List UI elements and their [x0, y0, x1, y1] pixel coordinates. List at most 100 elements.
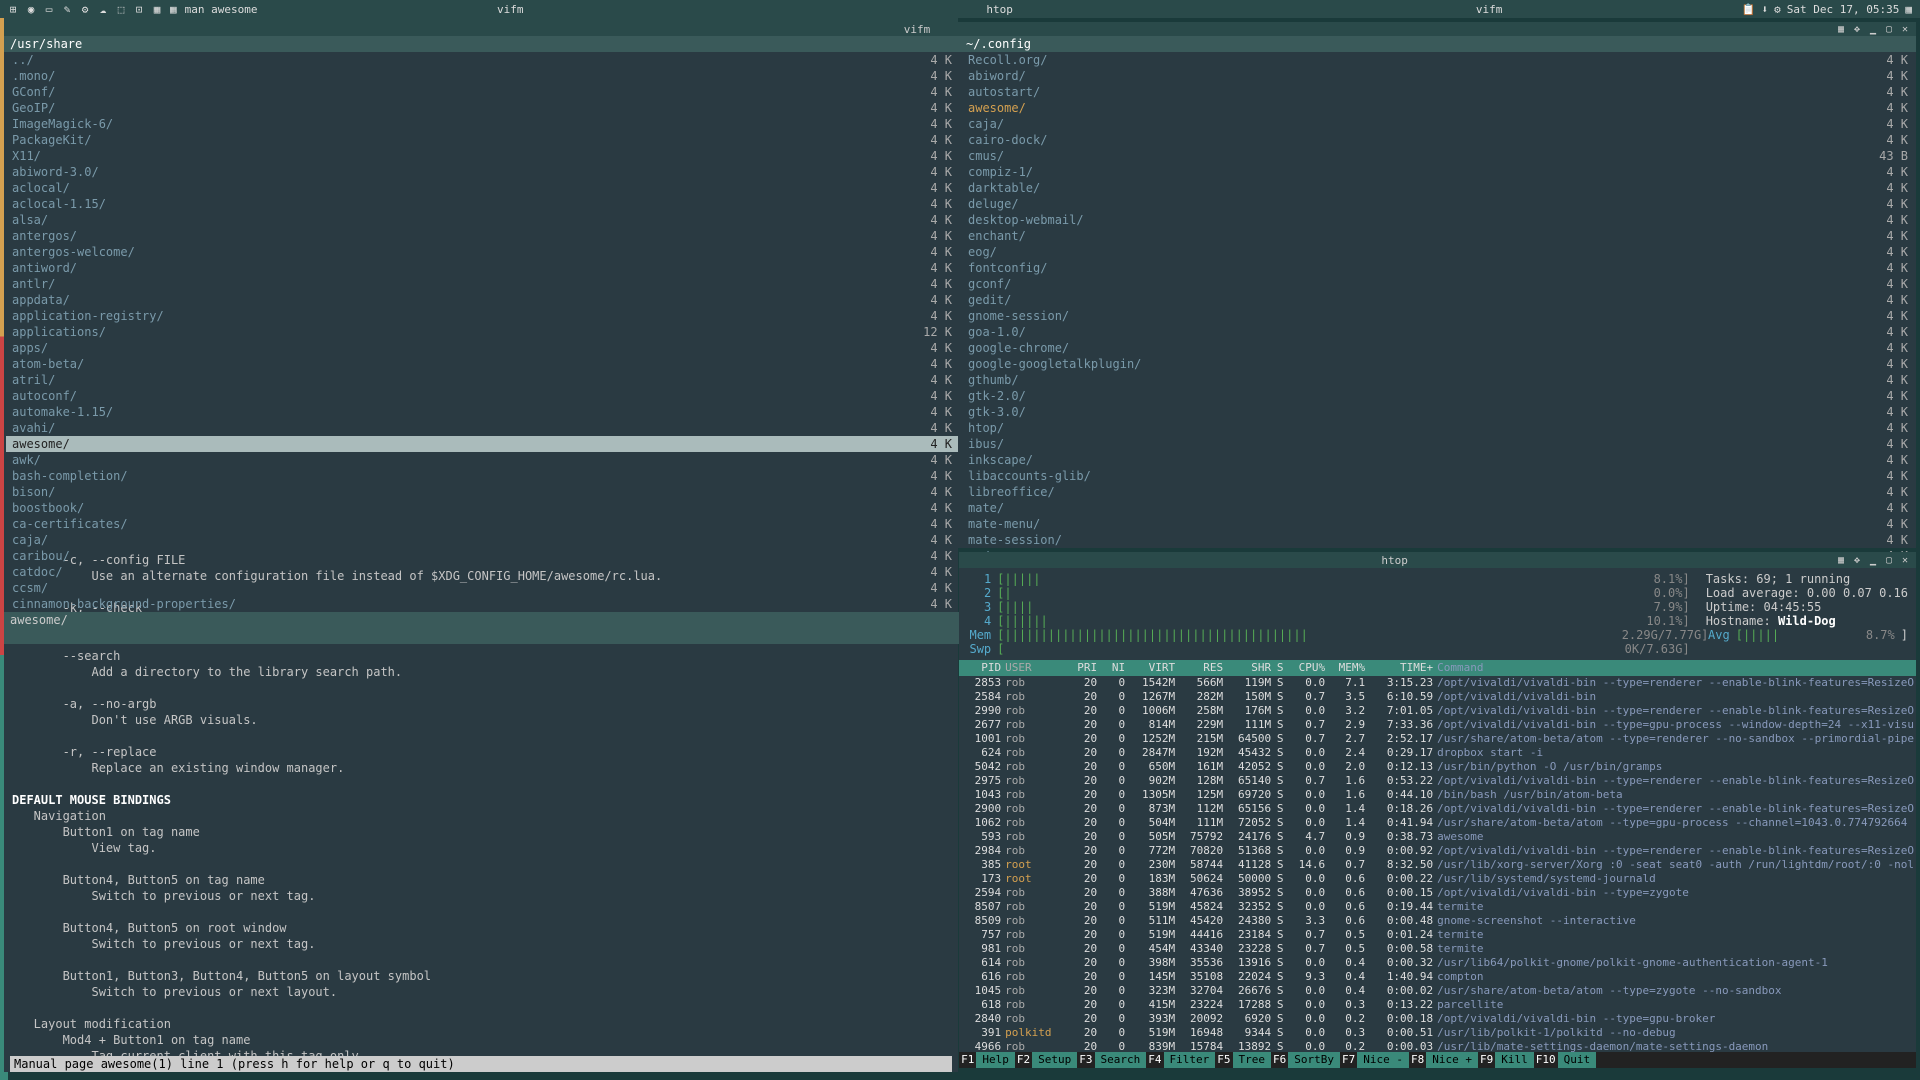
fn-label[interactable]: Filter: [1164, 1052, 1216, 1068]
file-item[interactable]: atril/4 K: [6, 372, 958, 388]
process-row[interactable]: 8509rob200511M4542024380S3.30.60:00.48gn…: [959, 914, 1916, 928]
file-item[interactable]: bash-completion/4 K: [6, 468, 958, 484]
file-item[interactable]: catdoc/4 K: [6, 564, 958, 580]
file-item[interactable]: mate/4 K: [962, 500, 1914, 516]
process-row[interactable]: 2975rob200902M128M65140S0.71.60:53.22/op…: [959, 774, 1916, 788]
file-item[interactable]: google-googletalkplugin/4 K: [962, 356, 1914, 372]
file-item[interactable]: bison/4 K: [6, 484, 958, 500]
file-item[interactable]: htop/4 K: [962, 420, 1914, 436]
file-item[interactable]: appdata/4 K: [6, 292, 958, 308]
layout-indicator-icon[interactable]: ▦: [1905, 3, 1912, 16]
file-item[interactable]: cairo-dock/4 K: [962, 132, 1914, 148]
column-header[interactable]: Command: [1435, 660, 1916, 676]
column-header[interactable]: PRI: [1063, 660, 1099, 676]
file-item[interactable]: gtk-2.0/4 K: [962, 388, 1914, 404]
file-item[interactable]: antergos-welcome/4 K: [6, 244, 958, 260]
tag-icon[interactable]: ◉: [24, 2, 38, 16]
close-icon[interactable]: ✕: [1898, 553, 1912, 567]
file-item[interactable]: autoconf/4 K: [6, 388, 958, 404]
file-item[interactable]: libaccounts-glib/4 K: [962, 468, 1914, 484]
column-header[interactable]: RES: [1177, 660, 1225, 676]
file-item[interactable]: applications/12 K: [6, 324, 958, 340]
fn-label[interactable]: Quit: [1558, 1052, 1597, 1068]
file-item[interactable]: caribou/4 K: [6, 548, 958, 564]
column-header[interactable]: S: [1273, 660, 1287, 676]
file-item[interactable]: desktop-webmail/4 K: [962, 212, 1914, 228]
fn-label[interactable]: Tree: [1233, 1052, 1272, 1068]
tag-icon[interactable]: ▭: [42, 2, 56, 16]
file-item[interactable]: apps/4 K: [6, 340, 958, 356]
file-item[interactable]: alsa/4 K: [6, 212, 958, 228]
file-item[interactable]: inkscape/4 K: [962, 452, 1914, 468]
taglist[interactable]: ⊞ ◉ ▭ ✎ ⚙ ☁ ⬚ ⊡ ▦: [0, 2, 170, 16]
process-row[interactable]: 2594rob200388M4763638952S0.00.60:00.15/o…: [959, 886, 1916, 900]
file-item[interactable]: atom-beta/4 K: [6, 356, 958, 372]
process-row[interactable]: 2853rob2001542M566M119MS0.07.13:15.23/op…: [959, 676, 1916, 690]
file-item[interactable]: cmus/43 B: [962, 148, 1914, 164]
maximize-icon[interactable]: ▢: [1882, 553, 1896, 567]
file-item[interactable]: mate-session/4 K: [962, 532, 1914, 548]
file-item[interactable]: goa-1.0/4 K: [962, 324, 1914, 340]
fn-key[interactable]: F10: [1534, 1052, 1558, 1068]
file-item[interactable]: application-registry/4 K: [6, 308, 958, 324]
file-item[interactable]: caja/4 K: [962, 116, 1914, 132]
fn-key[interactable]: F4: [1146, 1052, 1163, 1068]
task-item[interactable]: vifm: [1244, 3, 1733, 16]
process-row[interactable]: 757rob200519M4441623184S0.70.50:01.24ter…: [959, 928, 1916, 942]
vifm-left-panel[interactable]: /usr/share ../4 K.mono/4 KGConf/4 KGeoIP…: [4, 36, 960, 612]
process-row[interactable]: 391polkitd200519M169489344S0.00.30:00.51…: [959, 1026, 1916, 1040]
file-item[interactable]: eog/4 K: [962, 244, 1914, 260]
fn-key[interactable]: F5: [1215, 1052, 1232, 1068]
file-item[interactable]: fontconfig/4 K: [962, 260, 1914, 276]
minimize-icon[interactable]: ▁: [1866, 553, 1880, 567]
fn-label[interactable]: Setup: [1032, 1052, 1077, 1068]
column-header[interactable]: SHR: [1225, 660, 1273, 676]
file-item[interactable]: compiz-1/4 K: [962, 164, 1914, 180]
process-row[interactable]: 5042rob200650M161M42052S0.02.00:12.13/us…: [959, 760, 1916, 774]
fn-key[interactable]: F3: [1077, 1052, 1094, 1068]
systray-icon[interactable]: ⚙: [1774, 3, 1781, 16]
file-item[interactable]: awesome/4 K: [962, 100, 1914, 116]
task-item[interactable]: vifm: [265, 3, 754, 16]
file-item[interactable]: awesome/4 K: [6, 436, 958, 452]
file-item[interactable]: deluge/4 K: [962, 196, 1914, 212]
process-row[interactable]: 593rob200505M7579224176S4.70.90:38.73awe…: [959, 830, 1916, 844]
process-row[interactable]: 1062rob200504M111M72052S0.01.40:41.94/us…: [959, 816, 1916, 830]
process-row[interactable]: 4966rob200839M1578413892S0.00.20:00.03/u…: [959, 1040, 1916, 1052]
fn-key[interactable]: F6: [1271, 1052, 1288, 1068]
process-row[interactable]: 173root200183M5062450000S0.00.60:00.22/u…: [959, 872, 1916, 886]
process-row[interactable]: 624rob2002847M192M45432S0.02.40:29.17dro…: [959, 746, 1916, 760]
file-item[interactable]: Recoll.org/4 K: [962, 52, 1914, 68]
tag-icon[interactable]: ☁: [96, 2, 110, 16]
file-item[interactable]: .mono/4 K: [6, 68, 958, 84]
file-item[interactable]: X11/4 K: [6, 148, 958, 164]
process-row[interactable]: 2900rob200873M112M65156S0.01.40:18.26/op…: [959, 802, 1916, 816]
file-item[interactable]: darktable/4 K: [962, 180, 1914, 196]
file-item[interactable]: autostart/4 K: [962, 84, 1914, 100]
tag-icon[interactable]: ⊞: [6, 2, 20, 16]
process-row[interactable]: 2677rob200814M229M111MS0.72.97:33.36/opt…: [959, 718, 1916, 732]
file-item[interactable]: ibus/4 K: [962, 436, 1914, 452]
maximize-icon[interactable]: ▢: [1882, 22, 1896, 36]
process-row[interactable]: 614rob200398M3553613916S0.00.40:00.32/us…: [959, 956, 1916, 970]
column-header[interactable]: NI: [1099, 660, 1127, 676]
systray-icon[interactable]: ⬇: [1762, 3, 1769, 16]
ontop-icon[interactable]: ▦: [1834, 553, 1848, 567]
task-item[interactable]: htop: [755, 3, 1244, 16]
file-item[interactable]: antlr/4 K: [6, 276, 958, 292]
file-item[interactable]: gthumb/4 K: [962, 372, 1914, 388]
tag-icon[interactable]: ⚙: [78, 2, 92, 16]
file-item[interactable]: awk/4 K: [6, 452, 958, 468]
file-item[interactable]: aclocal-1.15/4 K: [6, 196, 958, 212]
htop-function-bar[interactable]: F1HelpF2SetupF3SearchF4FilterF5TreeF6Sor…: [959, 1052, 1916, 1068]
file-item[interactable]: gtk-3.0/4 K: [962, 404, 1914, 420]
file-item[interactable]: caja/4 K: [6, 532, 958, 548]
fn-label[interactable]: Nice -: [1357, 1052, 1409, 1068]
column-header[interactable]: MEM%: [1327, 660, 1367, 676]
floating-icon[interactable]: ✥: [1850, 553, 1864, 567]
file-item[interactable]: ../4 K: [6, 52, 958, 68]
file-item[interactable]: GConf/4 K: [6, 84, 958, 100]
process-row[interactable]: 2984rob200772M7082051368S0.00.90:00.92/o…: [959, 844, 1916, 858]
file-item[interactable]: avahi/4 K: [6, 420, 958, 436]
file-item[interactable]: enchant/4 K: [962, 228, 1914, 244]
